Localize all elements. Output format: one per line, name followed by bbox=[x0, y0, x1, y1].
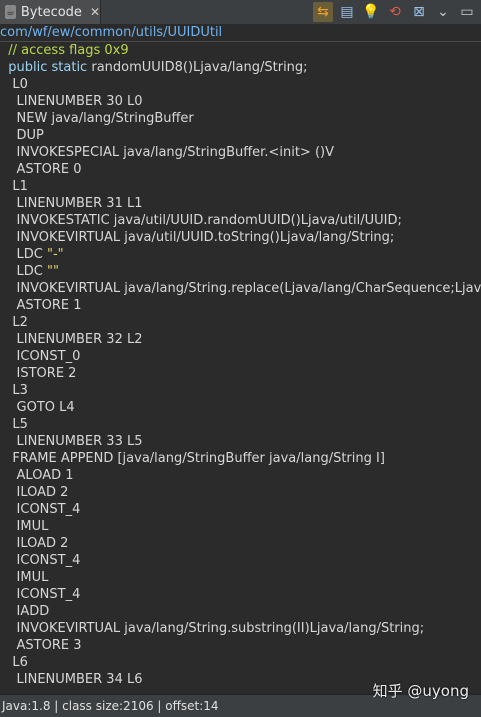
code-line: L3 bbox=[0, 383, 28, 398]
bytecode-icon: ☕ bbox=[5, 5, 16, 19]
code-line: ICONST_4 bbox=[0, 553, 81, 568]
code-line: ICONST_4 bbox=[0, 587, 81, 602]
code-line: LINENUMBER 32 L2 bbox=[0, 332, 143, 347]
class-path-bar: com/wf/ew/common/utils/UUIDUtil bbox=[0, 24, 481, 42]
code-line: IMUL bbox=[0, 570, 49, 585]
status-text: Java:1.8 | class size:2106 | offset:14 bbox=[2, 699, 219, 713]
code-line: INVOKEVIRTUAL java/lang/String.substring… bbox=[0, 621, 425, 636]
code-line: ALOAD 1 bbox=[0, 468, 74, 483]
code-line: ASTORE 0 bbox=[0, 162, 82, 177]
code-line: public static randomUUID8()Ljava/lang/St… bbox=[8, 60, 308, 75]
code-line: ASTORE 1 bbox=[0, 298, 82, 313]
watermark: 知乎 @uyong bbox=[372, 682, 469, 700]
close-icon[interactable]: ✕ bbox=[90, 5, 100, 19]
code-line: L5 bbox=[0, 417, 28, 432]
code-line: IMUL bbox=[0, 519, 49, 534]
code-line: // access flags 0x9 bbox=[0, 43, 129, 58]
recent-icon[interactable]: ⟲ bbox=[385, 2, 405, 22]
code-line: L0 bbox=[0, 77, 28, 92]
class-path: com/wf/ew/common/utils/UUIDUtil bbox=[0, 25, 223, 40]
code-line: LDC "" bbox=[0, 264, 59, 279]
code-line: ILOAD 2 bbox=[0, 485, 69, 500]
code-line: ASTORE 3 bbox=[0, 638, 82, 653]
code-line: INVOKESPECIAL java/lang/StringBuffer.<in… bbox=[0, 145, 334, 160]
code-line: INVOKEVIRTUAL java/util/UUID.toString()L… bbox=[0, 230, 395, 245]
code-line: DUP bbox=[0, 128, 44, 143]
bulb-icon[interactable]: 💡 bbox=[361, 2, 381, 22]
code-line: FRAME APPEND [java/lang/StringBuffer jav… bbox=[0, 451, 385, 466]
code-line: L6 bbox=[0, 655, 28, 670]
code-line: IADD bbox=[0, 604, 50, 619]
tab-label: Bytecode bbox=[20, 4, 82, 20]
code-line: INVOKESTATIC java/util/UUID.randomUUID()… bbox=[0, 213, 402, 228]
chevron-down-icon[interactable]: ⌄ bbox=[433, 2, 453, 22]
link-with-editor-icon[interactable]: ⇆ bbox=[313, 2, 333, 22]
code-line: GOTO L4 bbox=[0, 400, 75, 415]
code-line: NEW java/lang/StringBuffer bbox=[0, 111, 194, 126]
bytecode-view[interactable]: // access flags 0x9 public static random… bbox=[0, 42, 481, 692]
code-line: LINENUMBER 33 L5 bbox=[0, 434, 143, 449]
code-line: LDC "-" bbox=[0, 247, 64, 262]
tab-bar: ☕ Bytecode ✕ ⇆ ▤ 💡 ⟲ ⊠ ⌄ ▭ bbox=[0, 0, 481, 25]
code-line: INVOKEVIRTUAL java/lang/String.replace(L… bbox=[0, 281, 481, 296]
code-line: LINENUMBER 30 L0 bbox=[0, 94, 143, 109]
layout-icon[interactable]: ▤ bbox=[337, 2, 357, 22]
code-line: L1 bbox=[0, 179, 28, 194]
tab-bytecode[interactable]: ☕ Bytecode ✕ bbox=[0, 0, 101, 24]
minimize-icon[interactable]: ▭ bbox=[457, 2, 477, 22]
view-toolbar: ⇆ ▤ 💡 ⟲ ⊠ ⌄ ▭ bbox=[313, 2, 477, 22]
code-line: ICONST_0 bbox=[0, 349, 81, 364]
code-line: L2 bbox=[0, 315, 28, 330]
pin-icon[interactable]: ⊠ bbox=[409, 2, 429, 22]
code-line: LINENUMBER 31 L1 bbox=[0, 196, 143, 211]
code-line: ISTORE 2 bbox=[0, 366, 77, 381]
code-line: ICONST_4 bbox=[0, 502, 81, 517]
code-line: ILOAD 2 bbox=[0, 536, 69, 551]
